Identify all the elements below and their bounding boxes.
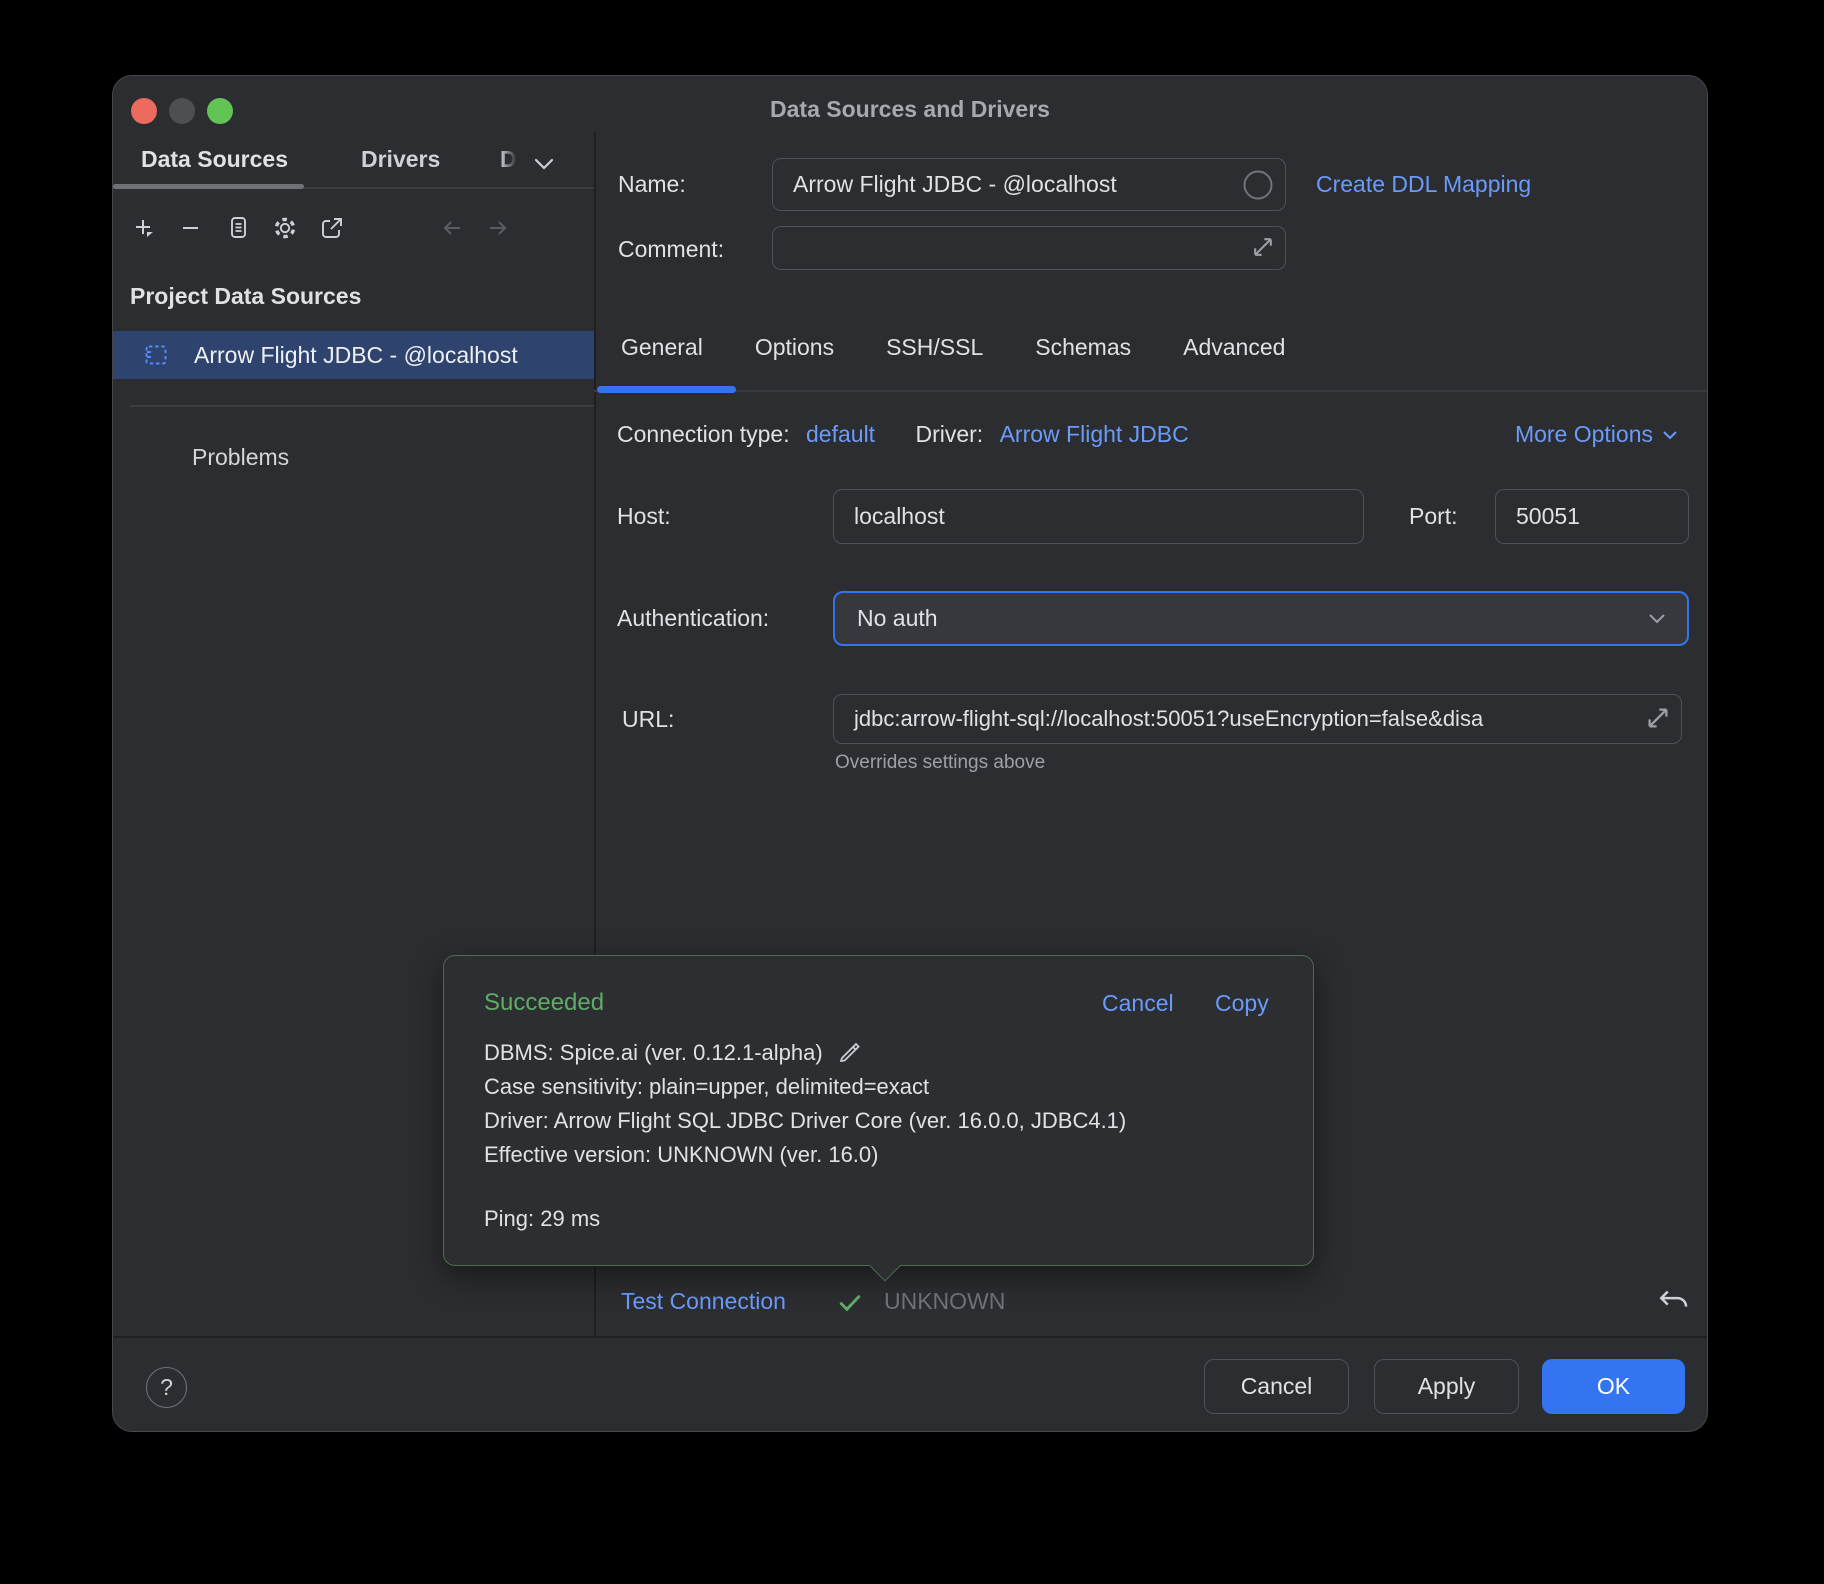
test-connection-link[interactable]: Test Connection [621,1288,786,1315]
data-sources-dialog: Data Sources and Drivers Data Sources Dr… [112,75,1708,1432]
active-form-tab-underline [597,386,736,393]
left-panel-divider [130,405,594,407]
connection-type-label: Connection type: [617,421,790,447]
driver-value-link[interactable]: Arrow Flight JDBC [1000,421,1189,447]
success-check-icon [835,1288,865,1318]
open-in-new-icon[interactable] [318,214,346,242]
chevron-down-icon [1661,429,1679,441]
url-label: URL: [622,706,674,733]
tab-options[interactable]: Options [755,334,834,361]
left-panel-tabstrip: Data Sources Drivers D [113,132,594,187]
tab-schemas[interactable]: Schemas [1035,334,1131,361]
tab-advanced[interactable]: Advanced [1183,334,1285,361]
name-label: Name: [618,171,686,198]
remove-icon[interactable] [177,214,205,242]
popup-details: DBMS: Spice.ai (ver. 0.12.1-alpha) Case … [484,1036,1126,1172]
active-tab-underline [113,184,304,189]
comment-input[interactable] [772,226,1286,270]
authentication-select[interactable]: No auth [833,591,1689,646]
apply-button[interactable]: Apply [1374,1359,1519,1414]
create-ddl-mapping-link[interactable]: Create DDL Mapping [1316,171,1531,198]
connection-result-text: UNKNOWN [884,1288,1005,1315]
test-connection-result-popup: Succeeded Cancel Copy DBMS: Spice.ai (ve… [443,955,1314,1266]
popup-ping-line: Ping: 29 ms [484,1206,600,1232]
undo-icon[interactable] [1656,1286,1690,1318]
forward-arrow-icon[interactable] [484,214,512,242]
host-input[interactable]: localhost [833,489,1364,544]
duplicate-icon[interactable] [224,214,252,242]
chevron-down-icon[interactable] [531,156,557,172]
authentication-label: Authentication: [617,605,769,632]
popup-status-succeeded: Succeeded [484,989,604,1017]
help-question-icon: ? [160,1374,173,1401]
authentication-value: No auth [857,605,938,632]
project-data-sources-header: Project Data Sources [130,283,361,310]
url-hint: Overrides settings above [835,752,1045,774]
history-nav [438,214,512,242]
form-tabstrip: General Options SSH/SSL Schemas Advanced [621,334,1285,361]
back-arrow-icon[interactable] [438,214,466,242]
tab-ssh-ssl[interactable]: SSH/SSL [886,334,983,361]
popup-copy-link[interactable]: Copy [1215,990,1269,1017]
popup-effective-line: Effective version: UNKNOWN (ver. 16.0) [484,1138,1126,1172]
popup-cancel-link[interactable]: Cancel [1102,990,1174,1017]
cancel-button[interactable]: Cancel [1204,1359,1349,1414]
comment-label: Comment: [618,236,724,263]
popup-dbms-line: DBMS: Spice.ai (ver. 0.12.1-alpha) [484,1036,1126,1070]
problems-item[interactable]: Problems [192,444,289,471]
ok-button[interactable]: OK [1542,1359,1685,1414]
port-label: Port: [1409,503,1458,530]
more-options-link[interactable]: More Options [1515,421,1679,448]
host-label: Host: [617,503,671,530]
chevron-down-icon [1647,612,1667,625]
data-source-table-icon [144,343,168,367]
form-tabstrip-border [594,390,1708,392]
left-toolbar [130,214,346,242]
tab-truncated[interactable]: D [500,146,517,173]
more-options-label: More Options [1515,421,1653,448]
add-icon[interactable] [130,214,158,242]
expand-comment-icon[interactable] [1250,234,1276,260]
port-input[interactable]: 50051 [1495,489,1689,544]
expand-url-icon[interactable] [1644,704,1672,732]
connection-type-row: Connection type: default Driver: Arrow F… [617,421,1189,448]
help-button[interactable]: ? [146,1367,187,1408]
footer-separator [113,1336,1707,1338]
name-input[interactable]: Arrow Flight JDBC - @localhost [772,158,1286,211]
settings-gear-icon[interactable] [271,214,299,242]
url-input[interactable]: jdbc:arrow-flight-sql://localhost:50051?… [833,694,1682,744]
edit-pencil-icon[interactable] [837,1039,861,1063]
popup-case-line: Case sensitivity: plain=upper, delimited… [484,1070,1126,1104]
tab-general[interactable]: General [621,334,703,361]
tab-data-sources[interactable]: Data Sources [141,146,288,173]
regenerate-name-icon[interactable] [1242,169,1274,201]
connection-type-value[interactable]: default [806,421,875,447]
data-source-item-label: Arrow Flight JDBC - @localhost [194,342,518,369]
driver-label: Driver: [915,421,983,447]
tab-drivers[interactable]: Drivers [361,146,440,173]
popup-driver-line: Driver: Arrow Flight SQL JDBC Driver Cor… [484,1104,1126,1138]
data-source-item-selected[interactable]: Arrow Flight JDBC - @localhost [113,331,594,379]
